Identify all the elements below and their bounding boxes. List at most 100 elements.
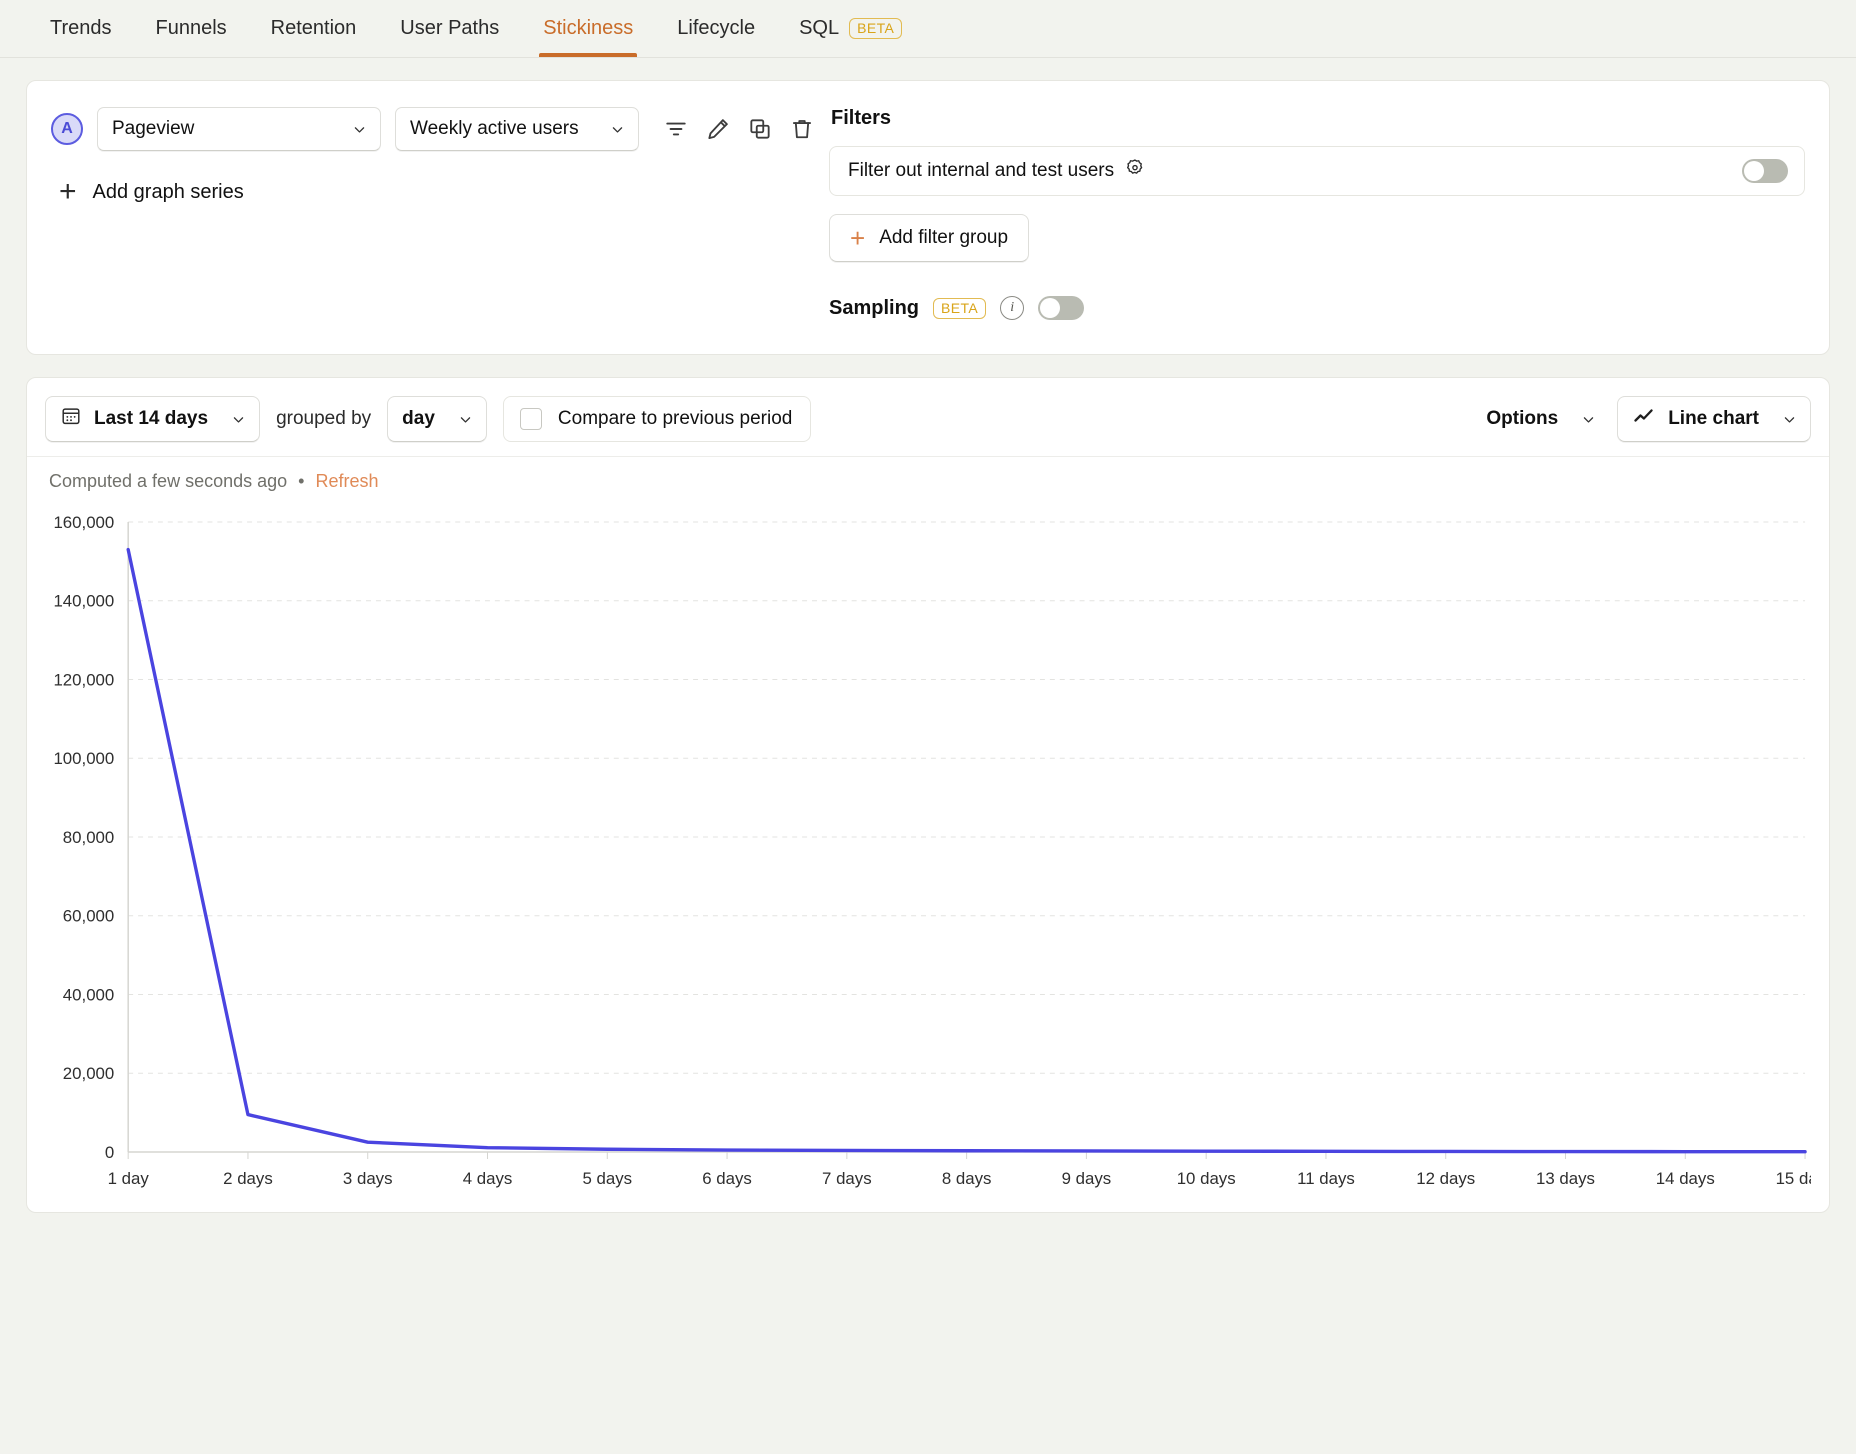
compare-label: Compare to previous period: [557, 408, 793, 429]
internal-test-users-label-group: Filter out internal and test users: [848, 157, 1146, 185]
sampling-label: Sampling: [829, 296, 920, 319]
chart-type-value: Line chart: [1668, 408, 1759, 429]
svg-text:6 days: 6 days: [702, 1169, 752, 1188]
add-filter-group-label: Add filter group: [879, 227, 1009, 248]
series-letter-badge: A: [51, 113, 83, 145]
sampling-row: Sampling BETA i: [829, 296, 1805, 320]
toggle-knob: [1040, 298, 1061, 318]
svg-text:10 days: 10 days: [1177, 1169, 1236, 1188]
status-separator: •: [298, 471, 305, 491]
computed-status: Computed a few seconds ago • Refresh: [27, 457, 1829, 502]
svg-text:14 days: 14 days: [1656, 1169, 1715, 1188]
date-range-selector[interactable]: Last 14 days: [45, 396, 261, 442]
svg-text:9 days: 9 days: [1062, 1169, 1112, 1188]
tab-label: Lifecycle: [677, 17, 756, 39]
svg-text:0: 0: [105, 1143, 114, 1162]
series-action-icons: [659, 112, 819, 146]
chart-type-selector[interactable]: Line chart: [1617, 396, 1811, 442]
svg-text:60,000: 60,000: [63, 907, 114, 926]
chart-toolbar: Last 14 days grouped by day Compare to p…: [27, 378, 1829, 457]
series-editor: A Pageview Weekly active users + Add gra…: [51, 107, 819, 320]
query-definition-card: A Pageview Weekly active users + Add gra…: [26, 80, 1830, 355]
event-select[interactable]: Pageview: [97, 107, 381, 151]
compare-previous-period-toggle[interactable]: Compare to previous period: [502, 396, 812, 442]
sampling-toggle[interactable]: [1038, 296, 1085, 320]
chevron-down-icon: [353, 123, 366, 136]
tab-label: Stickiness: [543, 17, 634, 39]
add-graph-series-button[interactable]: + Add graph series: [59, 177, 819, 207]
svg-text:100,000: 100,000: [53, 749, 114, 768]
tab-stickiness[interactable]: Stickiness: [521, 0, 655, 57]
insight-chart-card: Last 14 days grouped by day Compare to p…: [26, 377, 1830, 1213]
sampling-beta-badge: BETA: [933, 297, 987, 319]
svg-text:5 days: 5 days: [582, 1169, 632, 1188]
tab-label: Funnels: [155, 17, 227, 39]
info-icon[interactable]: i: [1000, 296, 1025, 320]
edit-icon[interactable]: [701, 112, 735, 146]
date-range-value: Last 14 days: [94, 408, 209, 429]
options-label: Options: [1486, 408, 1559, 429]
tab-label: Retention: [270, 17, 357, 39]
svg-text:3 days: 3 days: [343, 1169, 393, 1188]
chevron-down-icon: [459, 413, 472, 426]
duplicate-icon[interactable]: [743, 112, 777, 146]
svg-text:120,000: 120,000: [53, 670, 114, 689]
chevron-down-icon: [611, 123, 624, 136]
tab-label: Trends: [50, 17, 112, 39]
tab-sql[interactable]: SQL BETA: [777, 0, 924, 57]
plus-icon: +: [59, 175, 77, 208]
plus-icon: +: [850, 223, 866, 253]
series-row-a: A Pageview Weekly active users: [51, 107, 819, 151]
interval-selector[interactable]: day: [387, 396, 487, 442]
chevron-down-icon: [1582, 413, 1595, 426]
delete-icon[interactable]: [785, 112, 819, 146]
filters-heading: Filters: [831, 107, 892, 129]
tab-user-paths[interactable]: User Paths: [378, 0, 521, 57]
svg-text:11 days: 11 days: [1297, 1169, 1355, 1188]
chart-toolbar-left: Last 14 days grouped by day Compare to p…: [45, 396, 812, 442]
svg-text:140,000: 140,000: [53, 592, 114, 611]
filter-icon[interactable]: [659, 112, 693, 146]
svg-text:4 days: 4 days: [463, 1169, 513, 1188]
computed-text: Computed a few seconds ago: [49, 471, 288, 491]
svg-text:80,000: 80,000: [63, 828, 114, 847]
options-button[interactable]: Options: [1482, 408, 1599, 430]
svg-text:7 days: 7 days: [822, 1169, 872, 1188]
internal-test-users-label: Filter out internal and test users: [848, 160, 1115, 181]
chevron-down-icon: [1783, 413, 1796, 426]
chevron-down-icon: [232, 413, 245, 426]
tab-label: SQL: [799, 17, 840, 39]
refresh-link[interactable]: Refresh: [316, 471, 379, 491]
calendar-icon: [60, 405, 82, 433]
svg-text:13 days: 13 days: [1536, 1169, 1595, 1188]
analytics-tabbar: Trends Funnels Retention User Paths Stic…: [0, 0, 1856, 58]
stickiness-line-chart[interactable]: 0 20,000 40,000 60,000 80,000 100,000 120,000 1…: [37, 508, 1811, 1208]
line-chart-icon: [1632, 404, 1656, 434]
tab-funnels[interactable]: Funnels: [134, 0, 249, 57]
toggle-knob: [1744, 161, 1764, 181]
sql-beta-badge: BETA: [849, 18, 903, 39]
filters-panel: Filters Filter out internal and test use…: [819, 107, 1805, 320]
svg-text:160,000: 160,000: [53, 513, 114, 532]
tab-lifecycle[interactable]: Lifecycle: [655, 0, 777, 57]
event-select-value: Pageview: [112, 118, 195, 139]
chart-canvas: 0 20,000 40,000 60,000 80,000 100,000 120,000 1…: [53, 513, 1811, 1188]
svg-text:15 days: 15 days: [1776, 1169, 1811, 1188]
gear-icon[interactable]: [1124, 157, 1146, 185]
svg-text:2 days: 2 days: [223, 1169, 273, 1188]
add-graph-series-label: Add graph series: [92, 180, 244, 203]
compare-checkbox[interactable]: [519, 408, 542, 430]
internal-test-users-toggle[interactable]: [1742, 159, 1788, 183]
svg-text:1 day: 1 day: [108, 1169, 150, 1188]
svg-text:20,000: 20,000: [63, 1064, 114, 1083]
svg-text:40,000: 40,000: [63, 985, 114, 1004]
tab-trends[interactable]: Trends: [28, 0, 134, 57]
aggregation-select[interactable]: Weekly active users: [395, 107, 639, 151]
tab-retention[interactable]: Retention: [249, 0, 379, 57]
tab-label: User Paths: [400, 17, 500, 39]
svg-text:8 days: 8 days: [942, 1169, 992, 1188]
interval-value: day: [402, 408, 435, 429]
add-filter-group-button[interactable]: + Add filter group: [829, 214, 1030, 262]
aggregation-select-value: Weekly active users: [410, 118, 579, 139]
internal-test-users-filter-row: Filter out internal and test users: [829, 146, 1805, 196]
